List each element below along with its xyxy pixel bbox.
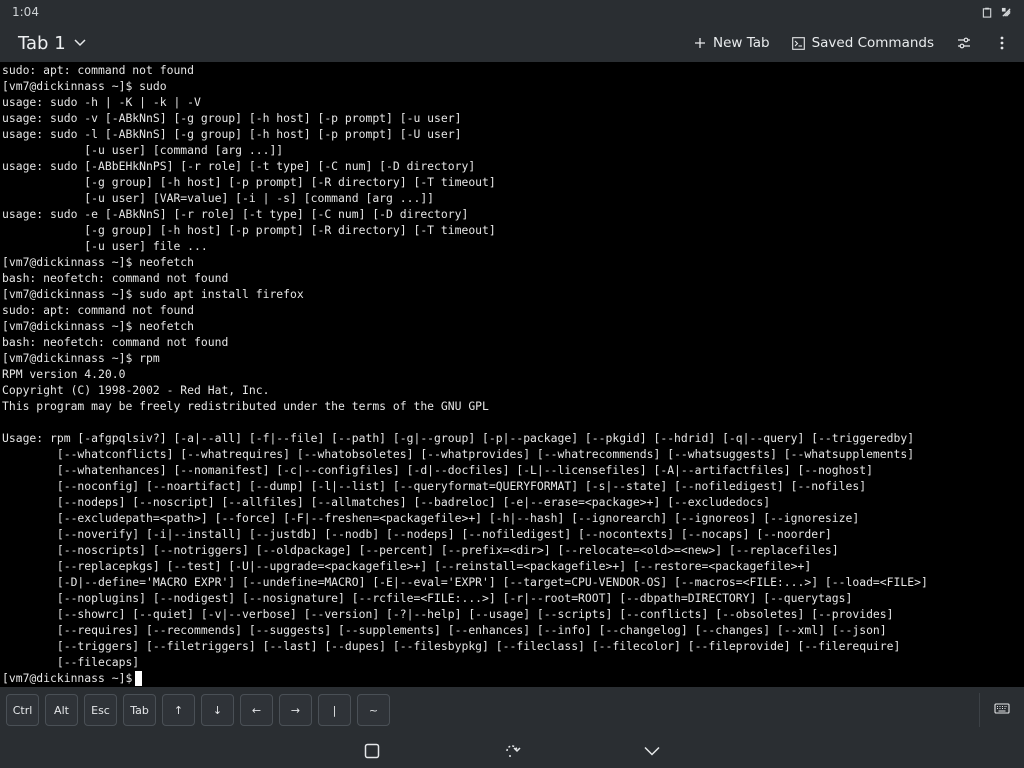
- key-esc[interactable]: Esc: [84, 694, 117, 726]
- new-tab-button[interactable]: New Tab: [694, 35, 770, 51]
- divider: [979, 693, 980, 727]
- app-bar: Tab 1 New Tab Saved Commands: [0, 24, 1024, 62]
- extra-keys-bar: Ctrl Alt Esc Tab ↑ ↓ ← → | ~: [0, 687, 1024, 733]
- key-up[interactable]: ↑: [162, 694, 195, 726]
- terminal-output: sudo: apt: command not found [vm7@dickin…: [2, 63, 928, 669]
- text-cursor: [135, 670, 143, 686]
- clipboard-icon: [982, 7, 992, 18]
- key-ctrl[interactable]: Ctrl: [6, 694, 39, 726]
- status-icons: [982, 7, 1024, 18]
- key-tab[interactable]: Tab: [123, 694, 156, 726]
- keyboard-icon[interactable]: [994, 701, 1010, 717]
- key-right[interactable]: →: [279, 694, 312, 726]
- saved-commands-button[interactable]: Saved Commands: [791, 35, 934, 51]
- extra-keys: Ctrl Alt Esc Tab ↑ ↓ ← → | ~: [0, 694, 390, 726]
- overflow-menu-icon[interactable]: [994, 35, 1010, 51]
- system-nav-bar: [0, 733, 1024, 768]
- new-tab-label: New Tab: [712, 35, 770, 51]
- terminal-prompt: [vm7@dickinnass ~]$: [2, 671, 133, 685]
- app-actions: New Tab Saved Commands: [694, 35, 1024, 51]
- key-left[interactable]: ←: [240, 694, 273, 726]
- terminal-view[interactable]: sudo: apt: command not found [vm7@dickin…: [0, 62, 1024, 687]
- key-down[interactable]: ↓: [201, 694, 234, 726]
- saved-commands-label: Saved Commands: [811, 35, 934, 51]
- hide-keyboard-icon[interactable]: [642, 741, 662, 761]
- connection-icon: [1001, 7, 1011, 17]
- tab-title: Tab 1: [18, 32, 66, 54]
- key-alt[interactable]: Alt: [45, 694, 78, 726]
- key-pipe[interactable]: |: [318, 694, 351, 726]
- terminal-prompt-line[interactable]: [vm7@dickinnass ~]$: [0, 670, 1024, 686]
- key-tilde[interactable]: ~: [357, 694, 390, 726]
- chevron-down-icon: [74, 39, 86, 47]
- overview-icon[interactable]: [362, 741, 382, 761]
- tab-selector[interactable]: Tab 1: [0, 33, 86, 54]
- settings-sliders-icon[interactable]: [956, 35, 972, 51]
- plus-icon: [694, 38, 705, 48]
- terminal-icon: [791, 36, 805, 50]
- status-bar: 1:04: [0, 0, 1024, 24]
- rotate-icon[interactable]: [502, 741, 522, 761]
- status-time: 1:04: [12, 5, 39, 19]
